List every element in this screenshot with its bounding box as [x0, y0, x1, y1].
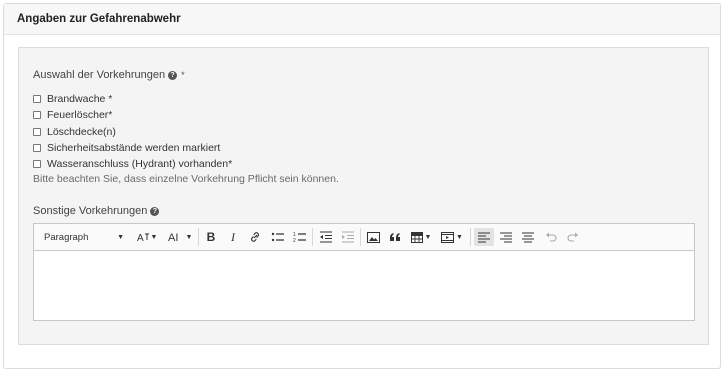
- checkbox-loeschdecke[interactable]: [33, 127, 41, 136]
- help-icon[interactable]: ?: [150, 206, 160, 216]
- precautions-label-row: Auswahl der Vorkehrungen ? *: [33, 69, 185, 81]
- media-embed-button[interactable]: ▼: [438, 228, 466, 246]
- align-right-icon: [500, 231, 512, 243]
- align-left-button[interactable]: [474, 228, 494, 246]
- editor-toolbar: Paragraph ▼ A ▼ AI ▼ B I 1 2 ▼ ▼: [34, 224, 694, 251]
- checkbox-label-wasseranschluss: Wasseranschluss (Hydrant) vorhanden*: [47, 158, 233, 171]
- image-icon: [366, 231, 380, 243]
- align-left-icon: [478, 231, 490, 243]
- svg-text:A: A: [137, 233, 144, 243]
- align-center-button[interactable]: [518, 228, 538, 246]
- chevron-down-icon: ▼: [117, 233, 124, 241]
- checkbox-label-feuerloescher: Feuerlöscher*: [47, 109, 113, 122]
- precautions-label: Auswahl der Vorkehrungen: [33, 69, 166, 81]
- chevron-down-icon: ▼: [185, 233, 193, 241]
- checkbox-row-sicherheitsabstaende[interactable]: Sicherheitsabstände werden markiert: [33, 140, 232, 156]
- editor-content-area[interactable]: [34, 251, 694, 321]
- link-button[interactable]: [246, 228, 264, 246]
- help-icon[interactable]: ?: [168, 70, 178, 80]
- link-icon: [251, 232, 259, 242]
- checkbox-label-loeschdecke: Löschdecke(n): [47, 125, 116, 138]
- undo-icon: [546, 232, 557, 242]
- toolbar-separator: [312, 228, 313, 246]
- chevron-down-icon: ▼: [424, 233, 432, 241]
- bulleted-list-icon: [271, 232, 284, 242]
- other-label-row: Sonstige Vorkehrungen ?: [33, 205, 160, 217]
- media-embed-icon: [441, 231, 455, 243]
- bold-icon: B: [206, 230, 216, 244]
- chevron-down-icon: ▼: [456, 233, 463, 241]
- rich-text-editor: Paragraph ▼ A ▼ AI ▼ B I 1 2 ▼ ▼: [33, 223, 695, 321]
- checkbox-sicherheitsabstaende[interactable]: [33, 144, 41, 153]
- redo-button[interactable]: [564, 228, 582, 246]
- toolbar-separator: [360, 228, 361, 246]
- other-precautions-label: Sonstige Vorkehrungen: [33, 205, 148, 217]
- svg-text:AI: AI: [168, 232, 178, 243]
- precautions-hint: Bitte beachten Sie, dass einzelne Vorkeh…: [33, 173, 339, 185]
- checkbox-label-sicherheitsabstaende: Sicherheitsabstände werden markiert: [47, 142, 221, 155]
- checkbox-feuerloescher[interactable]: [33, 111, 41, 120]
- bold-button[interactable]: B: [202, 228, 220, 246]
- checkbox-row-feuerloescher[interactable]: Feuerlöscher*: [33, 107, 232, 123]
- chevron-down-icon: ▼: [150, 233, 158, 241]
- numbered-list-icon: 12: [293, 232, 306, 243]
- toolbar-separator: [470, 228, 471, 246]
- font-size-icon: A: [137, 233, 149, 243]
- precautions-checkbox-list: Brandwache * Feuerlöscher* Löschdecke(n)…: [33, 91, 232, 172]
- outdent-button[interactable]: [316, 228, 334, 246]
- checkbox-row-brandwache[interactable]: Brandwache *: [33, 91, 232, 107]
- checkbox-label-brandwache: Brandwache *: [47, 93, 113, 106]
- form-panel: Auswahl der Vorkehrungen ? * Brandwache …: [18, 47, 709, 345]
- redo-icon: [567, 232, 578, 242]
- image-button[interactable]: [364, 228, 382, 246]
- toolbar-separator: [198, 228, 199, 246]
- italic-icon: I: [231, 229, 235, 244]
- heading-dropdown-value: Paragraph: [44, 231, 89, 243]
- font-size-button[interactable]: A ▼: [134, 228, 160, 246]
- blockquote-button[interactable]: [386, 228, 404, 246]
- indent-icon: [341, 231, 354, 243]
- svg-text:2: 2: [293, 238, 296, 243]
- table-icon: [410, 231, 423, 243]
- align-right-button[interactable]: [496, 228, 516, 246]
- heading-dropdown[interactable]: Paragraph ▼: [40, 228, 128, 246]
- numbered-list-button[interactable]: 12: [290, 228, 308, 246]
- required-mark: *: [181, 70, 185, 80]
- outdent-icon: [319, 231, 332, 243]
- bulleted-list-button[interactable]: [268, 228, 286, 246]
- card-title: Angaben zur Gefahrenabwehr: [17, 13, 181, 25]
- hazard-prevention-card: Angaben zur Gefahrenabwehr Auswahl der V…: [3, 3, 721, 369]
- table-button[interactable]: ▼: [408, 228, 434, 246]
- indent-button[interactable]: [338, 228, 356, 246]
- align-center-icon: [522, 231, 534, 243]
- card-header: Angaben zur Gefahrenabwehr: [4, 4, 720, 35]
- italic-button[interactable]: I: [224, 228, 242, 246]
- checkbox-wasseranschluss[interactable]: [33, 160, 41, 169]
- font-family-button[interactable]: AI ▼: [166, 228, 194, 246]
- checkbox-row-loeschdecke[interactable]: Löschdecke(n): [33, 124, 232, 140]
- blockquote-icon: [390, 233, 400, 241]
- undo-button[interactable]: [542, 228, 560, 246]
- checkbox-row-wasseranschluss[interactable]: Wasseranschluss (Hydrant) vorhanden*: [33, 156, 232, 172]
- checkbox-brandwache[interactable]: [33, 95, 41, 104]
- font-family-icon: AI: [168, 232, 178, 243]
